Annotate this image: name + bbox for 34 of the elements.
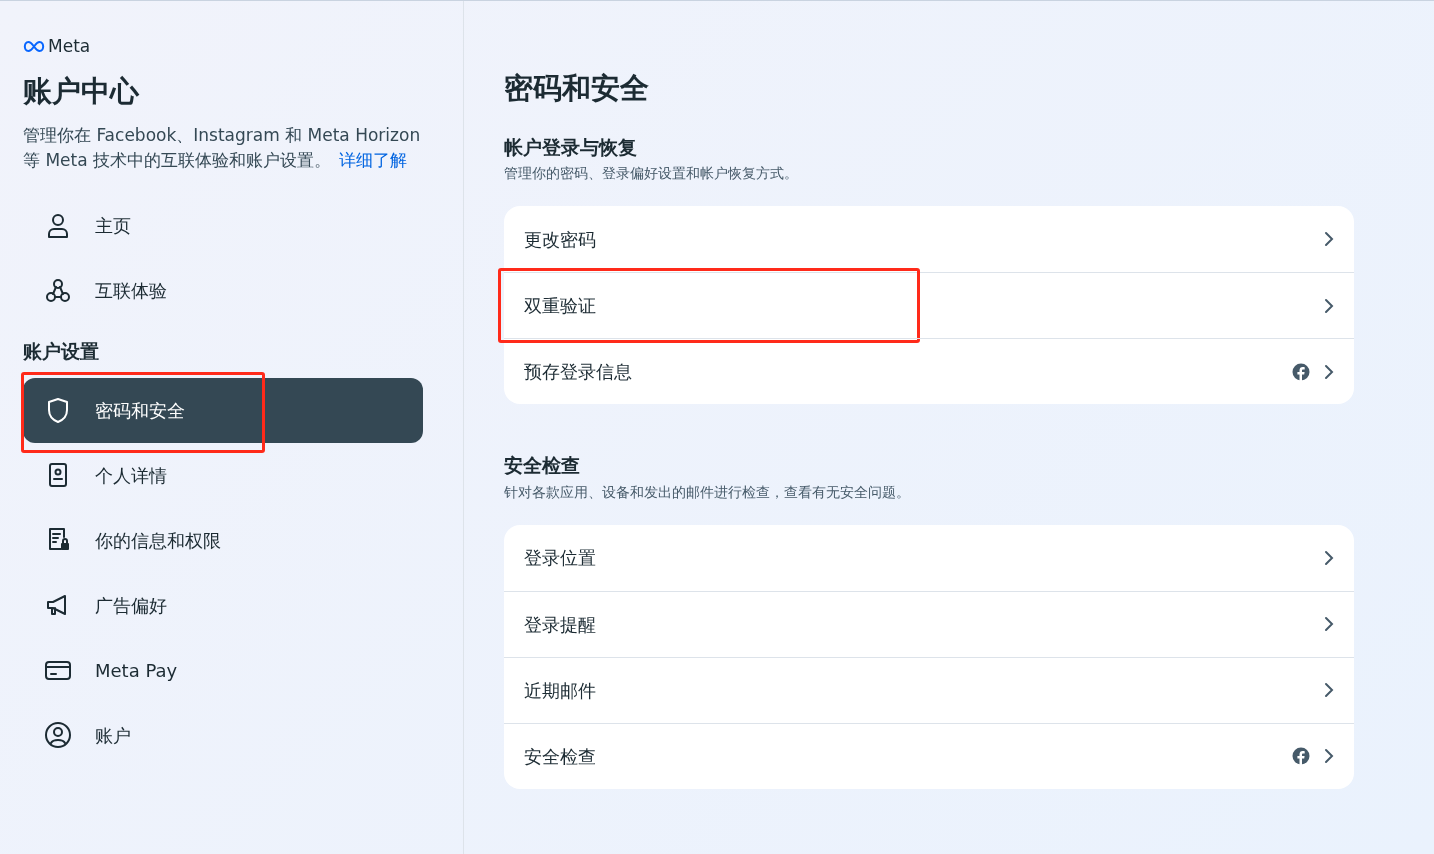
section-heading: 账户设置 bbox=[23, 339, 100, 364]
nav-item[interactable]: 你的信息和权限 bbox=[23, 507, 423, 573]
section-subtitle: 针对各款应用、设备和发出的邮件进行检查，查看有无安全问题。 bbox=[504, 482, 911, 502]
nav-item[interactable]: 个人详情 bbox=[23, 442, 423, 508]
settings-row[interactable]: 登录位置 bbox=[504, 524, 1354, 591]
description-text: 管理你在 Facebook、Instagram 和 Meta Horizon 等 Meta 技术中的互联体验和账户设置。 详细了解 bbox=[23, 124, 422, 172]
page-heading: 账户中心 bbox=[23, 72, 140, 110]
chevron-right-icon bbox=[1324, 682, 1334, 698]
settings-row[interactable]: 安全检查 bbox=[504, 722, 1354, 789]
nav-item[interactable]: 互联体验 bbox=[23, 258, 423, 323]
infinity-logo-icon bbox=[23, 40, 45, 54]
settings-row[interactable]: 登录提醒 bbox=[504, 590, 1354, 657]
nav-item[interactable]: 账户 bbox=[23, 702, 423, 768]
chevron-right-icon bbox=[1324, 231, 1334, 247]
chevron-right-icon bbox=[1324, 297, 1334, 314]
chevron-right-icon bbox=[1324, 748, 1334, 764]
settings-row[interactable]: 双重验证 bbox=[504, 272, 1354, 338]
chevron-right-icon bbox=[1324, 549, 1334, 566]
settings-row[interactable]: 近期邮件 bbox=[504, 656, 1354, 723]
settings-row[interactable]: 更改密码 bbox=[504, 206, 1354, 272]
chevron-right-icon bbox=[1324, 616, 1334, 632]
brand-name: Meta bbox=[48, 35, 91, 58]
nav-item[interactable]: 广告偏好 bbox=[23, 572, 423, 638]
nav-item[interactable]: Meta Pay bbox=[23, 637, 423, 703]
learn-more-link[interactable]: 详细了解 bbox=[339, 150, 408, 170]
section-title: 安全检查 bbox=[504, 453, 581, 478]
nav-item[interactable]: 主页 bbox=[23, 193, 423, 258]
chevron-right-icon bbox=[1324, 363, 1334, 380]
settings-row[interactable]: 预存登录信息 bbox=[504, 338, 1354, 404]
nav-item[interactable]: 密码和安全 bbox=[23, 377, 423, 443]
section-subtitle: 管理你的密码、登录偏好设置和帐户恢复方式。 bbox=[504, 164, 799, 183]
user-circle-icon bbox=[43, 720, 73, 750]
section-title: 帐户登录与恢复 bbox=[504, 134, 638, 160]
page-title: 密码和安全 bbox=[504, 70, 650, 107]
